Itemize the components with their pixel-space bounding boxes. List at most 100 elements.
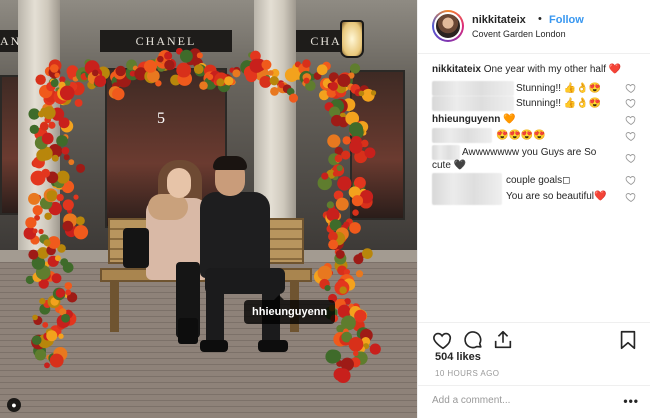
location-link[interactable]: Covent Garden London [472,29,566,39]
flower [76,163,86,173]
flower [317,265,333,281]
post-timestamp[interactable]: 10 HOURS AGO [435,369,499,378]
caption: nikkitateix One year with my other half … [432,63,621,76]
flower [339,286,347,294]
flower [329,81,338,91]
flower [331,114,343,127]
flower [112,87,125,101]
flower [335,249,345,259]
flower [341,150,351,160]
more-options-icon[interactable]: ••• [623,394,639,408]
comment-like-icon[interactable] [625,114,637,126]
flower [354,309,367,323]
flower [270,87,279,96]
comment-like-icon[interactable] [625,82,637,94]
flower [58,333,64,339]
flower [35,74,46,85]
flower [337,176,352,191]
comment-like-icon[interactable] [625,191,637,203]
flower [337,73,351,87]
comment-box: ••• [418,385,650,418]
flower [316,64,328,76]
flower [46,190,58,202]
post-photo[interactable]: ANEL CHANEL CHA 5 hhieunguyenn ● [0,0,417,418]
flower [352,209,359,216]
comment-icon[interactable] [462,329,484,351]
flower [56,170,70,184]
flower [351,195,364,207]
flower [37,110,45,118]
flower [199,81,208,90]
flower [34,349,47,361]
flower-arch [23,47,381,383]
flower [143,59,157,73]
flower [36,149,49,162]
flower [59,76,66,83]
flower [73,225,89,240]
flower [358,90,365,97]
comment-input[interactable] [432,395,592,406]
flower [341,315,356,331]
flower [65,289,72,296]
comment-text: Stunning!! 👍👌😍 [516,98,602,109]
comment-text: 😍😍😍😍 [496,130,546,141]
share-icon[interactable] [492,329,514,351]
post-actions: 504 likes 10 HOURS AGO ••• [418,322,650,418]
flower [369,343,381,355]
flower [327,134,341,148]
flower [324,284,331,292]
flower [44,362,50,369]
post-header: nikkitateix • Follow Covent Garden Londo… [418,0,650,54]
flower [55,288,66,298]
flower [302,59,311,68]
blurred-username [432,81,514,96]
flower [39,298,46,305]
comment-text: Awwwwwww you Guys are So cute 🖤 [432,147,597,171]
flower [46,330,58,342]
comment-like-icon[interactable] [625,130,637,142]
comment-like-icon[interactable] [625,152,637,164]
flower [267,70,274,76]
follow-button[interactable]: Follow [549,14,584,26]
flower [62,199,74,211]
flower [232,69,241,78]
flower [25,217,37,229]
flower [269,76,279,86]
flower [44,212,52,220]
blurred-username [432,128,492,143]
user-tag-icon[interactable]: ● [7,398,21,412]
flower [115,65,126,77]
flower [54,72,60,78]
bookmark-icon[interactable] [617,329,639,351]
comment-username[interactable]: hhieunguyenn [432,114,500,125]
flower [249,58,264,73]
author-username[interactable]: nikkitateix [472,14,526,26]
comment-like-icon[interactable] [625,174,637,186]
flower [41,168,51,178]
comment-text: couple goals◻ [506,175,571,186]
flower [94,75,107,88]
flower [51,273,62,284]
flower [303,77,310,84]
flower [59,85,75,101]
separator-dot: • [538,13,542,25]
flower [62,220,74,232]
flower [64,282,73,290]
flower [54,255,61,262]
flower [328,239,339,250]
caption-username[interactable]: nikkitateix [432,64,481,75]
flower [342,136,351,145]
heart-icon[interactable] [432,329,454,351]
flower [355,270,364,278]
flower [193,64,204,75]
comment-like-icon[interactable] [625,97,637,109]
likes-count[interactable]: 504 likes [435,351,481,363]
avatar[interactable] [432,10,464,42]
user-tag[interactable]: hhieunguyenn [244,295,336,324]
comment-text: 🧡 [503,114,516,125]
comment-text: You are so beautiful❤️ [506,191,607,202]
flower [353,350,359,357]
flower [326,201,335,209]
flower [328,349,342,363]
flower [75,216,85,226]
